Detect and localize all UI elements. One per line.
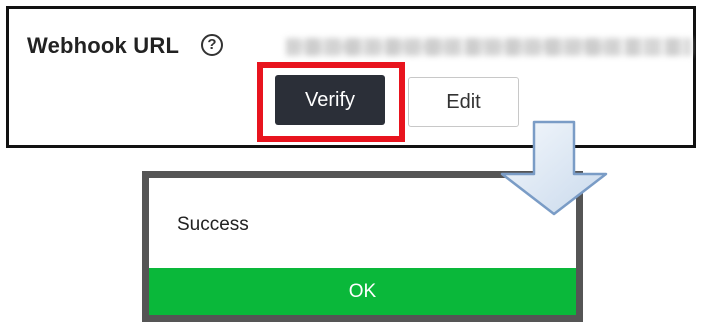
help-circle-icon[interactable]: ? (201, 34, 223, 56)
screenshot-stage: Webhook URL ? https://api.example-bot.io… (0, 0, 702, 322)
webhook-url-label: Webhook URL (27, 33, 180, 58)
ok-button[interactable]: OK (149, 268, 576, 315)
down-arrow-icon (500, 120, 608, 216)
verify-button[interactable]: Verify (275, 75, 385, 125)
webhook-url-value: https://api.example-bot.io/webhook/callb… (286, 38, 691, 56)
dialog-message: Success (177, 214, 249, 235)
